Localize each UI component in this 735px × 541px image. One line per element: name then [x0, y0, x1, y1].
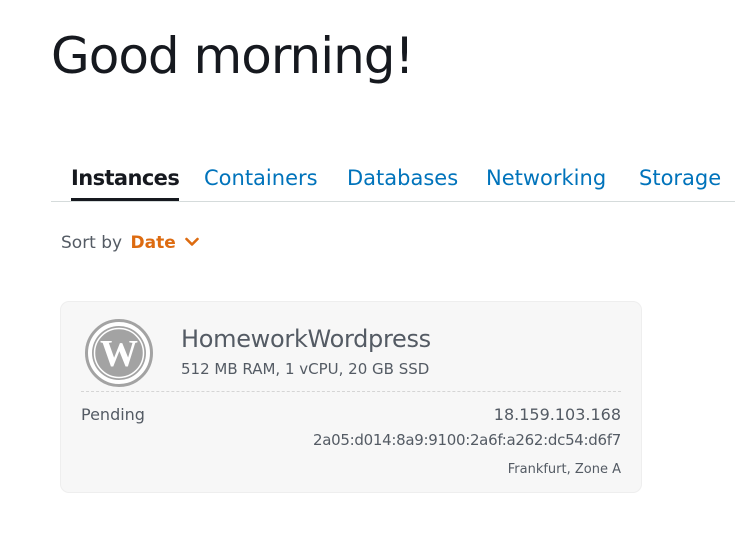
instance-specs: 512 MB RAM, 1 vCPU, 20 GB SSD — [181, 360, 430, 378]
public-ipv4: 18.159.103.168 — [493, 405, 621, 424]
resource-tabs: Instances Containers Databases Networkin… — [51, 156, 735, 202]
svg-text:W: W — [100, 333, 138, 375]
instance-name-link[interactable]: HomeworkWordpress — [181, 322, 431, 356]
tab-instances[interactable]: Instances — [71, 156, 180, 201]
wordpress-logo-icon[interactable]: W — [85, 319, 153, 387]
sort-label: Sort by — [61, 233, 123, 253]
card-divider — [81, 391, 621, 392]
instance-status: Pending — [81, 405, 145, 424]
tab-storage[interactable]: Storage — [639, 156, 721, 201]
instance-card[interactable]: W HomeworkWordpress 512 MB RAM, 1 vCPU, … — [61, 302, 641, 492]
chevron-down-icon[interactable] — [185, 229, 199, 255]
tab-networking[interactable]: Networking — [486, 156, 606, 201]
instance-location: Frankfurt, Zone A — [507, 462, 621, 477]
tab-databases[interactable]: Databases — [347, 156, 458, 201]
tab-containers[interactable]: Containers — [204, 156, 318, 201]
sort-control: Sort by Date — [61, 230, 199, 256]
sort-dropdown[interactable]: Date — [131, 233, 176, 253]
public-ipv6: 2a05:d014:8a9:9100:2a6f:a262:dc54:d6f7 — [313, 431, 621, 449]
greeting-title: Good morning! — [51, 27, 415, 85]
